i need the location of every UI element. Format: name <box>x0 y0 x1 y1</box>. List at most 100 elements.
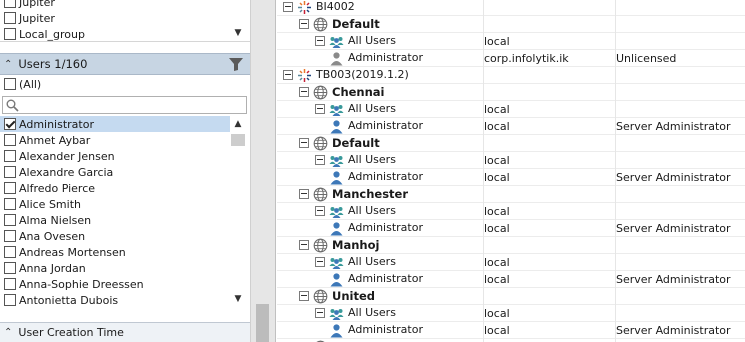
all-users-option[interactable]: (All) <box>0 76 250 92</box>
scroll-down-icon[interactable]: ▼ <box>231 292 245 306</box>
tree-row[interactable]: All Users local <box>277 254 745 271</box>
globe-icon <box>313 238 328 253</box>
collapse-chevron-icon[interactable]: ⌃ <box>4 59 12 70</box>
node-label: All Users <box>348 34 396 47</box>
user-list-item[interactable]: Antonietta Dubois <box>0 292 230 308</box>
user-creation-time-header[interactable]: ⌃ User Creation Time <box>0 322 250 342</box>
tree-row[interactable]: Manchester <box>277 186 745 203</box>
user-checkbox[interactable] <box>4 230 16 242</box>
tree-row[interactable]: Manhoj <box>277 237 745 254</box>
globe-icon <box>313 289 328 304</box>
user-list-item[interactable]: Andreas Mortensen <box>0 244 230 260</box>
tree-row[interactable]: Chennai <box>277 84 745 101</box>
tree-row[interactable]: Administrator local Server Administrator <box>277 169 745 186</box>
collapse-chevron-icon[interactable]: ⌃ <box>4 327 12 338</box>
user-checkbox[interactable] <box>4 118 16 130</box>
tree-row[interactable]: All Users local <box>277 203 745 220</box>
tree-row[interactable]: Administrator local Server Administrator <box>277 322 745 339</box>
domain-cell: local <box>484 220 616 237</box>
collapse-toggle-icon[interactable] <box>299 138 309 148</box>
role-cell <box>616 84 745 101</box>
collapse-toggle-icon[interactable] <box>315 206 325 216</box>
tree-row[interactable]: All Users local <box>277 152 745 169</box>
collapse-toggle-icon[interactable] <box>315 104 325 114</box>
collapse-toggle-icon[interactable] <box>283 2 293 12</box>
group-checkbox[interactable] <box>4 28 16 40</box>
node-label: All Users <box>348 204 396 217</box>
user-list-item[interactable]: Ahmet Aybar <box>0 132 230 148</box>
user-checkbox[interactable] <box>4 278 16 290</box>
tree-row[interactable]: Administrator local Server Administrator <box>277 271 745 288</box>
tree-row[interactable]: Administrator local Server Administrator <box>277 220 745 237</box>
collapse-toggle-icon[interactable] <box>299 189 309 199</box>
user-item-label: Alice Smith <box>19 197 81 211</box>
collapse-toggle-icon[interactable] <box>283 70 293 80</box>
role-cell <box>616 186 745 203</box>
filter-icon[interactable] <box>228 57 244 72</box>
domain-cell: local <box>484 271 616 288</box>
tree-row[interactable]: Default <box>277 135 745 152</box>
collapse-toggle-icon[interactable] <box>315 36 325 46</box>
user-checkbox[interactable] <box>4 134 16 146</box>
tree-row[interactable]: All Users local <box>277 305 745 322</box>
user-checkbox[interactable] <box>4 246 16 258</box>
collapse-toggle-icon[interactable] <box>315 308 325 318</box>
group-list-item[interactable]: Local_group <box>0 26 230 41</box>
user-list-item[interactable]: Alma Nielsen <box>0 212 230 228</box>
user-list-item[interactable]: Alfredo Pierce <box>0 180 230 196</box>
collapse-toggle-icon[interactable] <box>299 87 309 97</box>
user-list-item[interactable]: Alexandre Garcia <box>0 164 230 180</box>
tree-row[interactable]: United <box>277 288 745 305</box>
user-list-item[interactable]: Alice Smith <box>0 196 230 212</box>
user-checkbox[interactable] <box>4 294 16 306</box>
name-cell: Manhoj <box>277 237 484 254</box>
domain-value: local <box>484 171 510 184</box>
user-checkbox[interactable] <box>4 166 16 178</box>
user-list-item[interactable]: Ana Ovesen <box>0 228 230 244</box>
user-checkbox[interactable] <box>4 182 16 194</box>
scroll-up-icon[interactable]: ▲ <box>231 117 245 131</box>
tree-row[interactable]: All Users local <box>277 101 745 118</box>
user-checkbox[interactable] <box>4 150 16 162</box>
collapse-toggle-icon[interactable] <box>299 19 309 29</box>
user-list-item[interactable]: Alexander Jensen <box>0 148 230 164</box>
scroll-down-icon[interactable]: ▼ <box>231 26 245 40</box>
users-search-input[interactable] <box>2 96 247 114</box>
group-checkbox[interactable] <box>4 12 16 24</box>
pane-splitter-scrollbar[interactable] <box>250 0 276 342</box>
node-label: Default <box>332 136 380 150</box>
tree-row[interactable]: Administrator corp.infolytik.ik Unlicensed <box>277 50 745 67</box>
user-checkbox[interactable] <box>4 198 16 210</box>
name-cell: Administrator <box>277 50 484 67</box>
tree-row[interactable]: All Users local <box>277 33 745 50</box>
domain-cell <box>484 135 616 152</box>
role-value: Server Administrator <box>616 222 731 235</box>
user-list-item[interactable]: Anna-Sophie Dreessen <box>0 276 230 292</box>
tree-row[interactable]: Default <box>277 16 745 33</box>
tree-row[interactable]: BI4002 <box>277 0 745 16</box>
splitter-thumb[interactable] <box>256 304 269 342</box>
user-checkbox[interactable] <box>4 214 16 226</box>
collapse-toggle-icon[interactable] <box>299 240 309 250</box>
node-label: All Users <box>348 255 396 268</box>
name-cell: All Users <box>277 203 484 220</box>
group-list-item[interactable]: Jupiter <box>0 10 230 26</box>
user-list-item[interactable]: Administrator <box>0 116 230 132</box>
collapse-toggle-icon[interactable] <box>315 155 325 165</box>
name-cell: All Users <box>277 101 484 118</box>
group-list-item[interactable]: Jupiter <box>0 0 230 10</box>
user-checkbox[interactable] <box>4 262 16 274</box>
group-list-scrollbar[interactable]: ▼ <box>231 0 245 41</box>
role-cell <box>616 135 745 152</box>
node-label: All Users <box>348 306 396 319</box>
users-section-header[interactable]: ⌃ Users 1/160 <box>0 53 250 75</box>
all-checkbox[interactable] <box>4 78 16 90</box>
users-list-scrollbar[interactable]: ▲ ▼ <box>231 116 245 308</box>
collapse-toggle-icon[interactable] <box>315 257 325 267</box>
collapse-toggle-icon[interactable] <box>299 291 309 301</box>
group-checkbox[interactable] <box>4 0 16 8</box>
user-list-item[interactable]: Anna Jordan <box>0 260 230 276</box>
scrollbar-thumb[interactable] <box>231 134 245 146</box>
tree-row[interactable]: Administrator local Server Administrator <box>277 118 745 135</box>
tree-row[interactable]: TB003(2019.1.2) <box>277 67 745 84</box>
